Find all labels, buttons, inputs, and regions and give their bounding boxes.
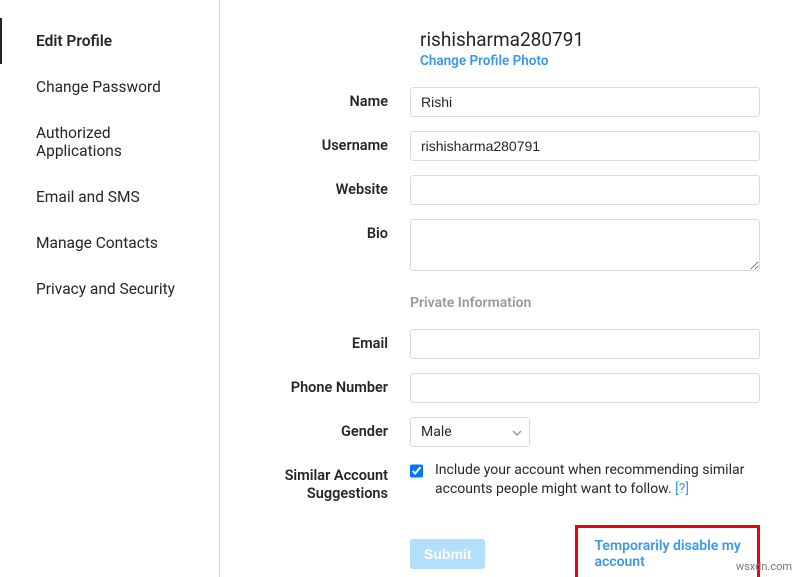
username-label: Username bbox=[260, 131, 410, 154]
profile-username-heading: rishisharma280791 bbox=[420, 28, 760, 51]
sidebar-item-change-password[interactable]: Change Password bbox=[0, 64, 219, 110]
watermark-text: wsxdn.com bbox=[736, 560, 792, 573]
phone-label: Phone Number bbox=[260, 373, 410, 396]
sidebar-item-email-sms[interactable]: Email and SMS bbox=[0, 174, 219, 220]
similar-suggestions-checkbox[interactable] bbox=[410, 464, 423, 478]
bio-textarea[interactable] bbox=[410, 219, 760, 271]
sidebar-item-privacy-security[interactable]: Privacy and Security bbox=[0, 266, 219, 312]
similar-suggestions-text: Include your account when recommending s… bbox=[435, 461, 760, 499]
gender-select[interactable]: Male bbox=[410, 417, 530, 447]
gender-label: Gender bbox=[260, 417, 410, 440]
email-input[interactable] bbox=[410, 329, 760, 359]
name-label: Name bbox=[260, 87, 410, 110]
website-input[interactable] bbox=[410, 175, 760, 205]
phone-input[interactable] bbox=[410, 373, 760, 403]
sidebar-item-edit-profile[interactable]: Edit Profile bbox=[0, 18, 219, 64]
sidebar-item-authorized-applications[interactable]: Authorized Applications bbox=[0, 110, 219, 174]
private-information-heading: Private Information bbox=[410, 295, 760, 311]
settings-sidebar: Edit Profile Change Password Authorized … bbox=[0, 0, 220, 577]
similar-suggestions-label: Similar Account Suggestions bbox=[260, 461, 410, 503]
change-profile-photo-link[interactable]: Change Profile Photo bbox=[420, 53, 760, 69]
temporarily-disable-account-link[interactable]: Temporarily disable my account bbox=[575, 525, 760, 577]
bio-label: Bio bbox=[260, 219, 410, 242]
name-input[interactable] bbox=[410, 87, 760, 117]
submit-button[interactable]: Submit bbox=[410, 539, 485, 569]
email-label: Email bbox=[260, 329, 410, 352]
edit-profile-form: rishisharma280791 Change Profile Photo N… bbox=[220, 0, 800, 577]
username-input[interactable] bbox=[410, 131, 760, 161]
sidebar-item-manage-contacts[interactable]: Manage Contacts bbox=[0, 220, 219, 266]
learn-more-link[interactable]: [?] bbox=[675, 481, 689, 497]
website-label: Website bbox=[260, 175, 410, 198]
